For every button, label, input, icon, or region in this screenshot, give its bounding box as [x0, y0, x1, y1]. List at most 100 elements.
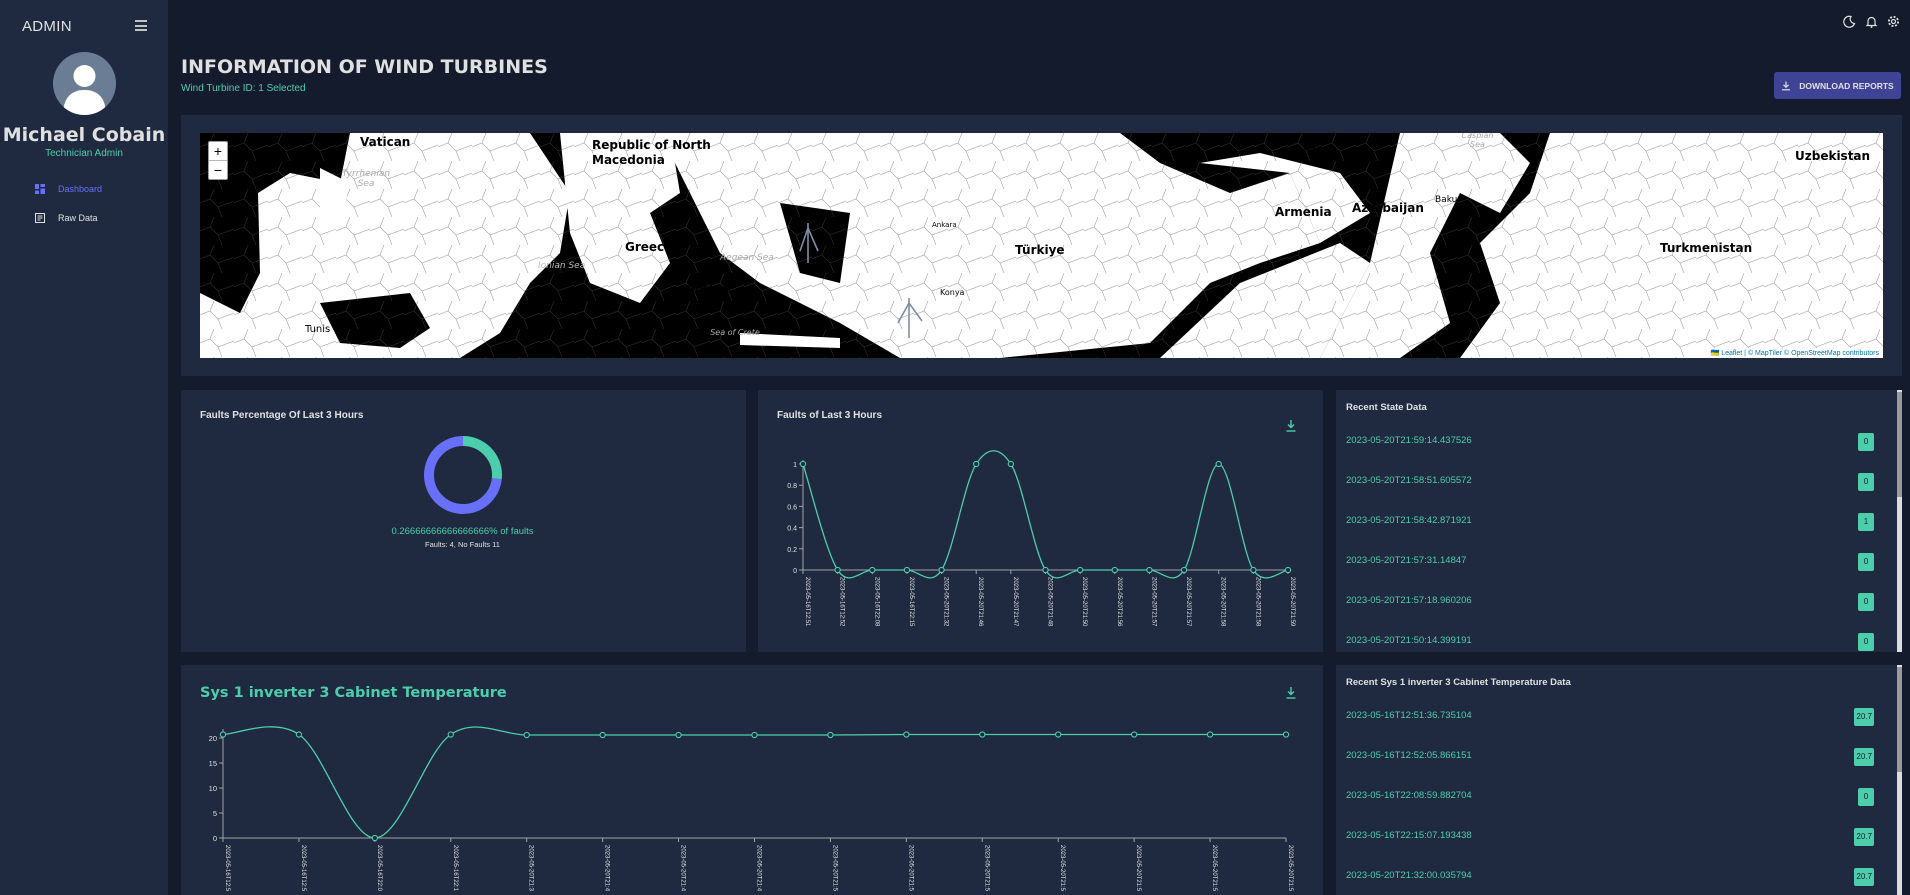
data-point[interactable]	[675, 731, 682, 739]
sidebar-title: ADMIN	[22, 18, 72, 35]
sidebar: ADMIN Michael Cobain Technician Admin Da…	[0, 0, 168, 895]
data-point[interactable]	[1042, 566, 1049, 574]
faults-chart-title: Faults of Last 3 Hours	[777, 410, 883, 421]
data-point[interactable]	[371, 834, 379, 842]
data-point[interactable]	[799, 460, 807, 468]
x-tick-label: 2023-05-20T21:57	[1185, 577, 1191, 627]
x-tick-label: 2023-05-20T21:4	[604, 845, 610, 892]
x-tick-label: 2023-05-16T22:15	[908, 577, 914, 627]
recent-state-scroll-thumb[interactable]	[1897, 392, 1902, 497]
data-point[interactable]	[1284, 566, 1292, 574]
value-badge: 0	[1858, 433, 1874, 451]
data-point[interactable]	[979, 731, 986, 738]
recent-state-title: Recent State Data	[1346, 402, 1427, 413]
x-tick-label: 2023-05-20T21:59	[1289, 577, 1295, 627]
y-tick-label: 0	[793, 568, 797, 575]
x-tick-label: 2023-05-20T21:4	[680, 845, 686, 892]
y-tick-label: 20	[209, 734, 217, 743]
x-tick-label: 2023-05-20T21:4	[756, 845, 762, 892]
turbine-map[interactable]: Vatican Tyrrhenian Sea Republic of North…	[200, 133, 1883, 358]
data-point[interactable]	[1146, 566, 1153, 574]
data-point[interactable]	[1076, 566, 1084, 574]
data-point[interactable]	[751, 731, 758, 739]
map-label: Turkmenistan	[1660, 241, 1753, 255]
x-tick-label: 2023-05-16T22:08	[873, 577, 879, 627]
data-point[interactable]	[523, 731, 530, 739]
download-reports-label: DOWNLOAD REPORTS	[1799, 80, 1894, 91]
user-name: Michael Cobain	[2, 124, 166, 146]
data-point[interactable]	[827, 731, 834, 739]
x-tick-label: 2023-05-20T21:5	[1059, 845, 1065, 892]
data-point[interactable]	[1130, 731, 1138, 738]
list-item-timestamp: 2023-05-16T12:51:36.735104	[1346, 710, 1472, 721]
data-point[interactable]	[1007, 460, 1015, 468]
zoom-out-button[interactable]: −	[209, 161, 227, 179]
data-point[interactable]	[447, 731, 454, 738]
x-tick-label: 2023-05-20T21:5	[1211, 845, 1217, 892]
top-toolbar	[1843, 15, 1900, 28]
map-label: Baku	[1435, 195, 1458, 205]
data-point[interactable]	[1282, 731, 1290, 738]
data-point[interactable]	[834, 566, 841, 574]
temperature-chart-title: Sys 1 inverter 3 Cabinet Temperature	[200, 685, 507, 701]
value-badge: 0	[1858, 553, 1874, 571]
map-label: Tyrrhenian Sea	[341, 169, 391, 189]
value-badge: 0	[1858, 473, 1874, 491]
list-item: 2023-05-16T22:08:59.882704 0	[1336, 778, 1892, 816]
data-point[interactable]	[938, 566, 945, 574]
sidebar-item-raw-data[interactable]: Raw Data	[35, 210, 98, 226]
data-point[interactable]	[599, 731, 606, 739]
dark-mode-icon[interactable]	[1843, 15, 1856, 28]
value-badge: 0	[1858, 788, 1874, 806]
y-tick-label: 10	[209, 784, 217, 793]
x-tick-label: 2023-05-20T21:5	[1287, 845, 1293, 892]
raw-data-icon	[35, 213, 45, 223]
settings-icon[interactable]	[1887, 15, 1900, 28]
data-point[interactable]	[219, 731, 227, 738]
data-point[interactable]	[903, 731, 910, 738]
data-point[interactable]	[295, 731, 303, 738]
zoom-in-button[interactable]: +	[209, 142, 227, 161]
list-item-timestamp: 2023-05-16T12:52:05.866151	[1346, 750, 1472, 761]
map-attribution[interactable]: 🇺🇦 Leaflet | © MapTiler © OpenStreetMap …	[1706, 348, 1883, 358]
x-tick-label: 2023-05-16T12:51	[804, 577, 810, 627]
list-item-timestamp: 2023-05-20T21:58:42.871921	[1346, 515, 1472, 526]
data-point[interactable]	[1111, 566, 1118, 574]
list-item-timestamp: 2023-05-20T21:57:31.14847	[1346, 555, 1467, 566]
x-tick-label: 2023-05-20T21:47	[1012, 577, 1018, 627]
value-badge: 0	[1858, 593, 1874, 611]
data-point[interactable]	[1055, 731, 1062, 738]
data-point[interactable]	[1180, 566, 1188, 574]
y-tick-label: 1	[793, 462, 797, 469]
download-icon[interactable]	[1285, 686, 1297, 700]
data-point[interactable]	[903, 566, 911, 574]
data-point[interactable]	[1250, 566, 1257, 574]
menu-icon[interactable]	[135, 20, 147, 34]
recent-temperature-scroll-thumb[interactable]	[1897, 667, 1902, 772]
data-point[interactable]	[1215, 460, 1222, 468]
notifications-icon[interactable]	[1865, 15, 1878, 28]
x-tick-label: 2023-05-20T21:57	[1150, 577, 1156, 627]
data-point[interactable]	[1206, 731, 1214, 738]
map-label: Ankara	[932, 221, 957, 229]
download-icon[interactable]	[1285, 419, 1297, 433]
data-point[interactable]	[973, 460, 980, 468]
series-line	[802, 450, 1289, 579]
sidebar-item-dashboard[interactable]: Dashboard	[35, 181, 102, 197]
faults-percentage-card	[181, 390, 746, 652]
data-point[interactable]	[869, 566, 876, 574]
map-label: Konya	[940, 288, 965, 297]
list-item: 2023-05-20T21:58:42.871921 1	[1336, 503, 1892, 541]
sidebar-header: ADMIN	[22, 18, 147, 38]
list-item: 2023-05-20T21:32:00.035794 20.7	[1336, 858, 1892, 895]
y-tick-label: 0.2	[787, 547, 797, 554]
download-reports-button[interactable]: DOWNLOAD REPORTS	[1774, 72, 1901, 99]
value-badge: 1	[1858, 513, 1874, 531]
x-tick-label: 2023-05-16T12:5	[300, 845, 306, 892]
dashboard-icon	[35, 184, 45, 194]
map-label: Tbilisi	[1291, 145, 1320, 156]
user-role: Technician Admin	[45, 148, 123, 159]
list-item: 2023-05-20T21:57:31.14847 0	[1336, 543, 1892, 581]
y-tick-label: 0.8	[787, 483, 797, 490]
list-item: 2023-05-16T12:52:05.866151 20.7	[1336, 738, 1892, 776]
